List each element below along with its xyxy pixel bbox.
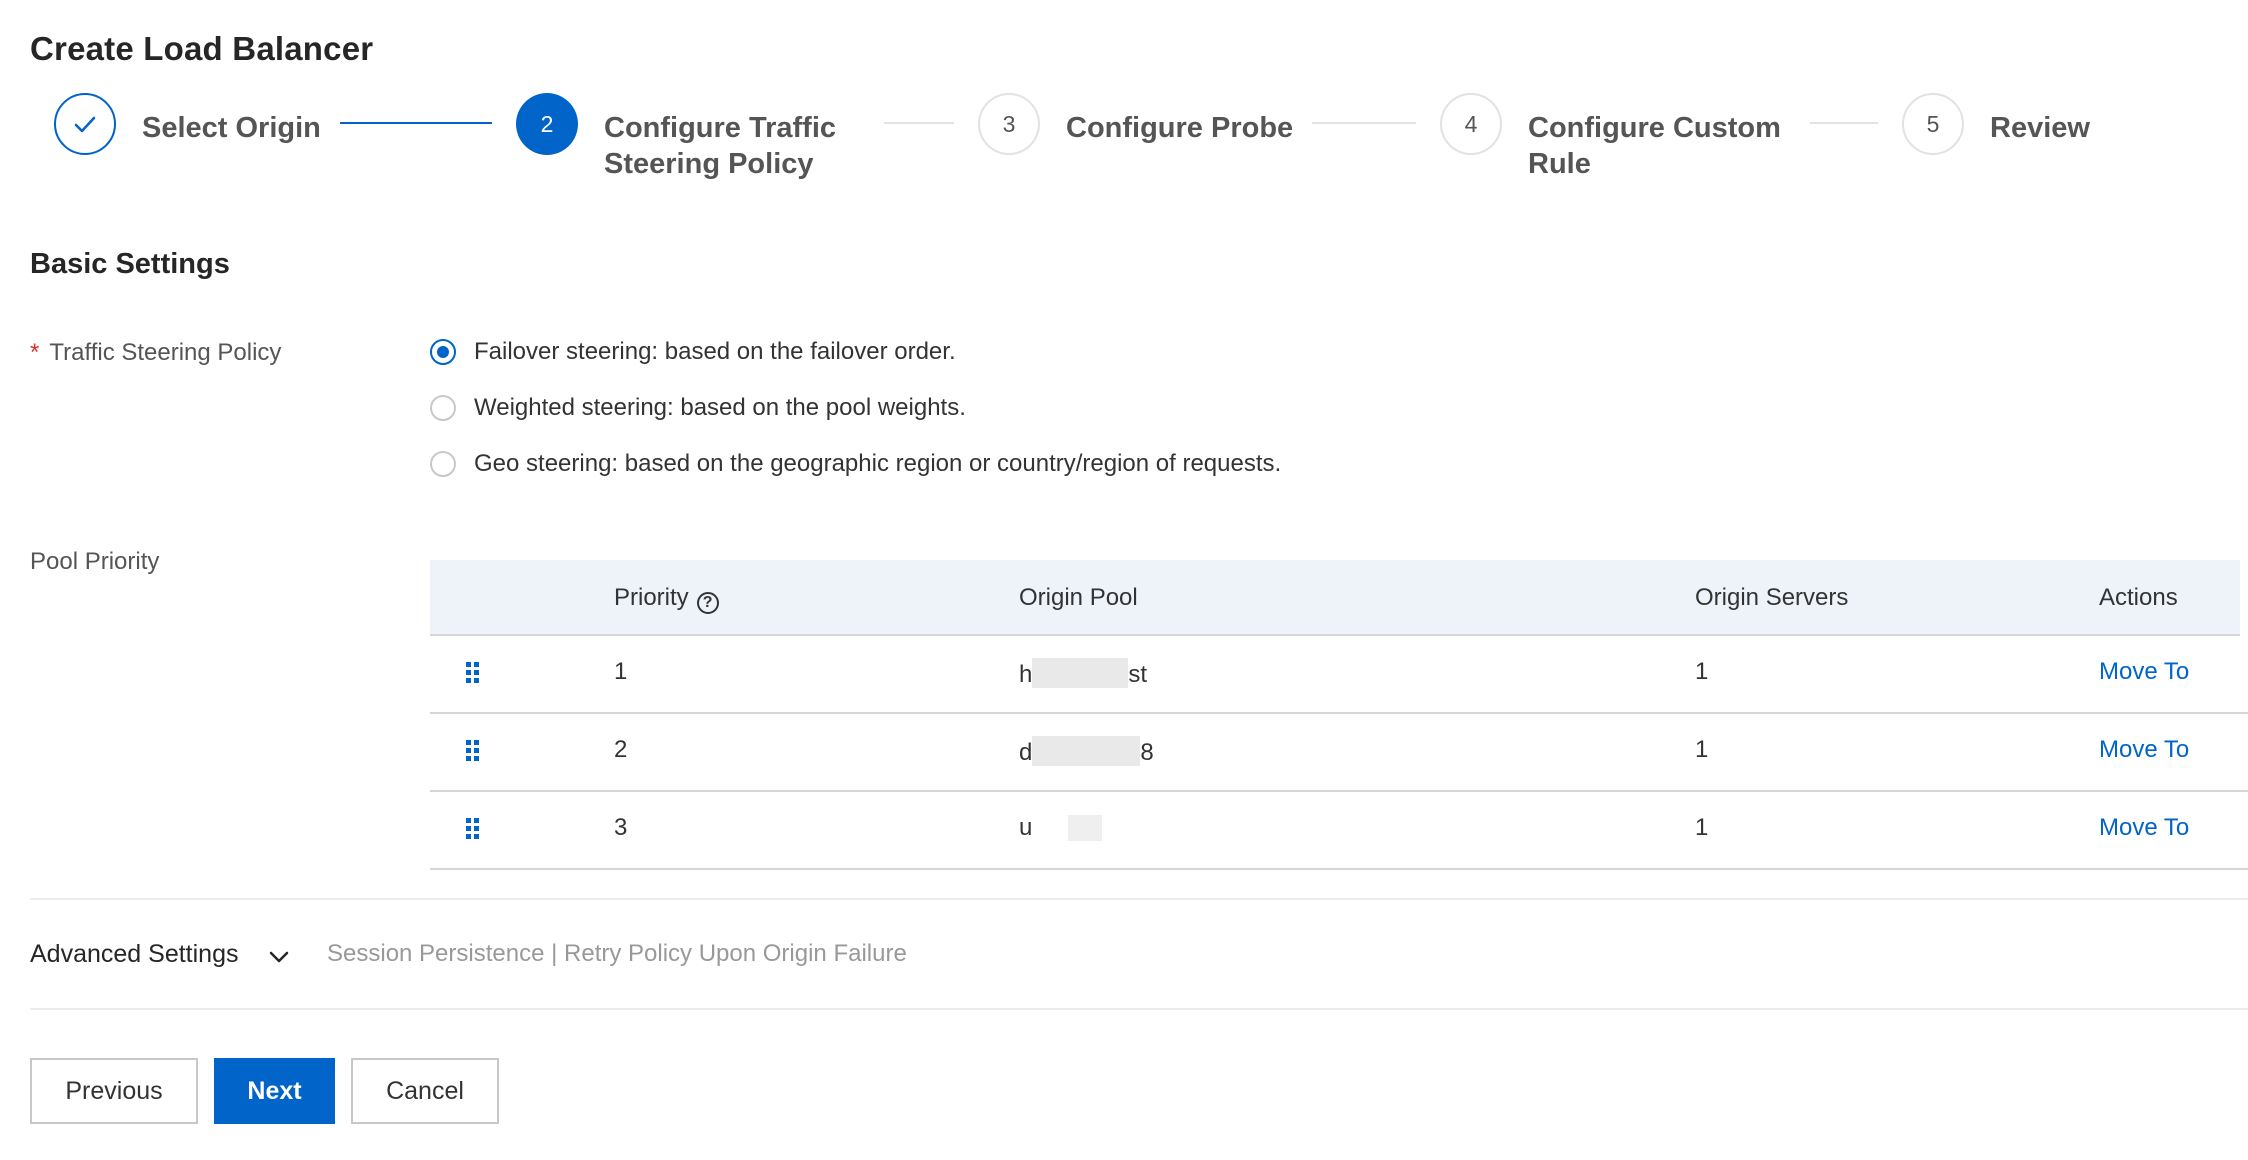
cell-priority: 1: [614, 658, 628, 685]
header-origin-pool: Origin Pool: [1019, 584, 1138, 611]
pool-name-suffix: st: [1128, 661, 1148, 688]
cell-origin-servers: 1: [1695, 658, 1709, 685]
cancel-button[interactable]: Cancel: [351, 1058, 499, 1124]
divider-bottom: [30, 1008, 2248, 1010]
step-2-indicator: 2: [516, 93, 578, 155]
header-actions: Actions: [2099, 584, 2178, 611]
page-title: Create Load Balancer: [30, 30, 374, 67]
cell-origin-servers: 1: [1695, 814, 1709, 841]
pool-priority-label: Pool Priority: [30, 548, 160, 575]
advanced-settings-toggle[interactable]: Advanced Settings: [30, 940, 238, 969]
required-mark: *: [30, 339, 40, 366]
chevron-down-icon[interactable]: [268, 946, 290, 968]
header-priority-label: Priority: [614, 584, 689, 611]
drag-handle-icon[interactable]: [466, 818, 480, 839]
step-4-title-line2: Rule: [1528, 148, 1591, 180]
step-2-title-line1: Configure Traffic: [604, 112, 837, 144]
help-circle-icon[interactable]: ?: [696, 592, 719, 614]
cell-priority: 2: [614, 736, 628, 763]
step-connector-2: [884, 122, 954, 124]
radio-weighted-steering[interactable]: Weighted steering: based on the pool wei…: [430, 393, 966, 423]
drag-handle-icon[interactable]: [466, 662, 480, 683]
radio-failover-label: Failover steering: based on the failover…: [474, 338, 956, 365]
step-4-indicator: 4: [1440, 93, 1502, 155]
redacted-block: [1032, 658, 1129, 688]
table-row: 2 d8 1 Move To: [430, 714, 2248, 792]
radio-button[interactable]: [430, 395, 456, 421]
step-1-check-icon: [54, 93, 116, 155]
pool-name-prefix: d: [1019, 739, 1033, 766]
previous-button[interactable]: Previous: [30, 1058, 198, 1124]
table-row: 3 u 1 Move To: [430, 792, 2248, 870]
cell-origin-servers: 1: [1695, 736, 1709, 763]
step-3-indicator: 3: [978, 93, 1040, 155]
table-header: Priority? Origin Pool Origin Servers Act…: [430, 560, 2240, 636]
drag-handle-icon[interactable]: [466, 740, 480, 761]
advanced-settings-hint: Session Persistence | Retry Policy Upon …: [327, 940, 907, 967]
redacted-block: [1032, 736, 1141, 766]
cell-priority: 3: [614, 814, 628, 841]
move-to-link[interactable]: Move To: [2099, 814, 2189, 842]
basic-settings-title: Basic Settings: [30, 248, 230, 280]
step-2-title-line2: Steering Policy: [604, 148, 814, 180]
step-4-title-line1: Configure Custom: [1528, 112, 1781, 144]
table-row: 1 h st 1 Move To: [430, 636, 2248, 714]
cell-origin-pool: u: [1019, 814, 1103, 842]
step-5-indicator: 5: [1902, 93, 1964, 155]
radio-failover-steering[interactable]: Failover steering: based on the failover…: [430, 337, 956, 367]
pool-name-prefix: h: [1019, 661, 1033, 688]
step-2-title: Configure Traffic Steering Policy: [604, 110, 836, 182]
move-to-link[interactable]: Move To: [2099, 736, 2189, 764]
radio-button-checked[interactable]: [430, 339, 456, 365]
cell-origin-pool: h st: [1019, 658, 1147, 689]
step-connector-1: [340, 122, 492, 124]
header-priority: Priority?: [614, 584, 719, 614]
traffic-steering-policy-label-text: Traffic Steering Policy: [49, 339, 282, 366]
step-3-title: Configure Probe: [1066, 112, 1294, 144]
header-origin-servers: Origin Servers: [1695, 584, 1849, 611]
step-5-title: Review: [1990, 112, 2090, 144]
radio-weighted-label: Weighted steering: based on the pool wei…: [474, 394, 966, 421]
step-1-title: Select Origin: [142, 112, 321, 144]
radio-geo-label: Geo steering: based on the geographic re…: [474, 450, 1282, 477]
pool-name-prefix: u: [1019, 814, 1033, 841]
divider-top: [30, 898, 2248, 900]
pool-name-suffix: 8: [1140, 739, 1154, 766]
step-connector-4: [1810, 122, 1878, 124]
step-connector-3: [1312, 122, 1416, 124]
radio-button[interactable]: [430, 451, 456, 477]
traffic-steering-policy-label: * Traffic Steering Policy: [30, 339, 281, 367]
cell-origin-pool: d8: [1019, 736, 1154, 767]
step-4-title: Configure Custom Rule: [1528, 110, 1781, 182]
check-icon: [74, 116, 96, 133]
radio-geo-steering[interactable]: Geo steering: based on the geographic re…: [430, 449, 1281, 479]
move-to-link[interactable]: Move To: [2099, 658, 2189, 686]
redacted-block: [1068, 815, 1103, 841]
next-button[interactable]: Next: [214, 1058, 335, 1124]
